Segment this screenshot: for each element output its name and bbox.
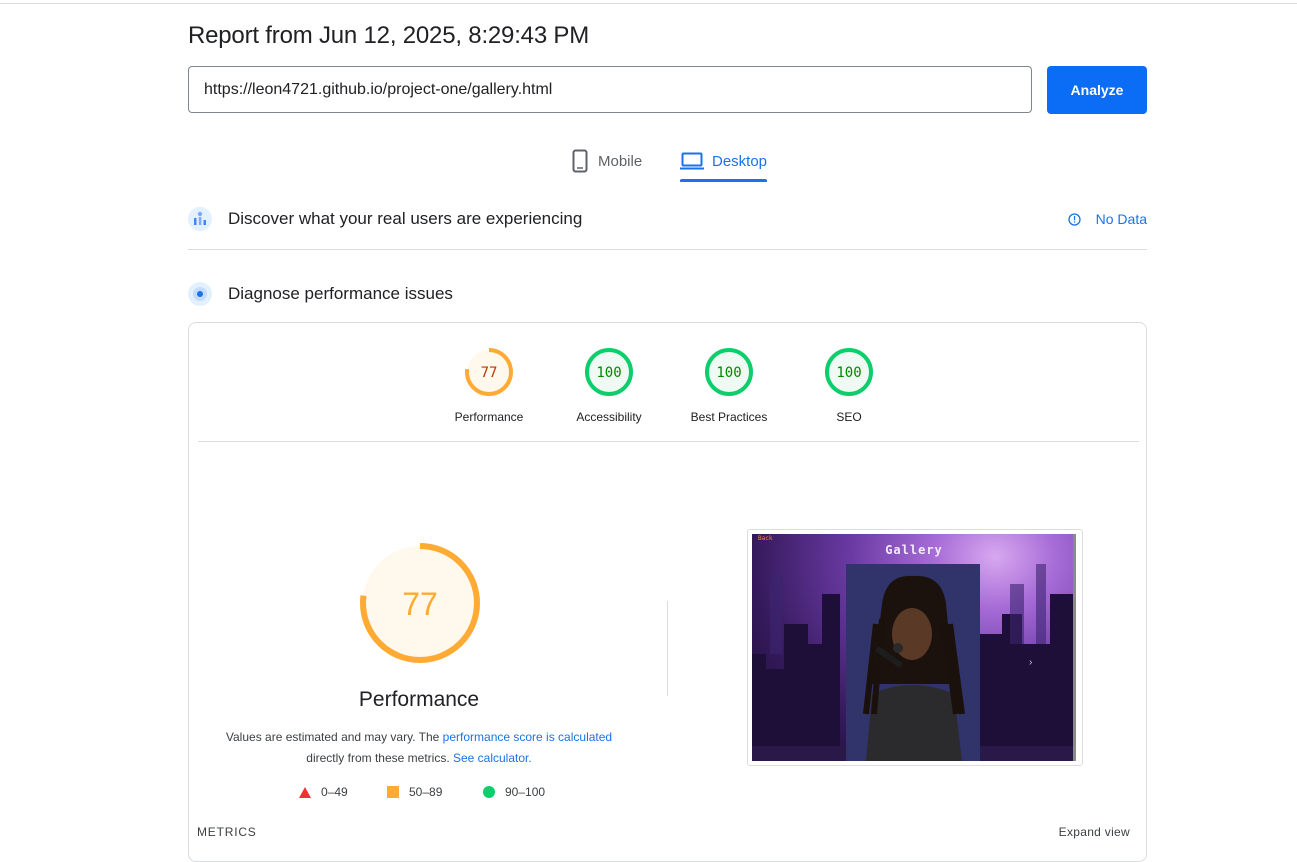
square-icon — [387, 786, 399, 798]
card-divider — [198, 441, 1139, 442]
screenshot-image: Back Gallery › — [752, 534, 1076, 761]
field-data-title: Discover what your real users are experi… — [228, 209, 583, 228]
gauge-accessibility-label: Accessibility — [576, 410, 642, 424]
see-calculator-link[interactable]: See calculator. — [453, 751, 532, 765]
gauge-performance-score: 77 — [481, 365, 498, 381]
final-screenshot[interactable]: Back Gallery › — [747, 529, 1083, 766]
screenshot-page-title: Gallery — [885, 543, 943, 557]
gauge-accessibility[interactable]: 100 Accessibility — [549, 347, 669, 424]
screenshot-scrollbar — [1073, 534, 1076, 761]
section-divider — [188, 249, 1147, 250]
legend-pass-range: 90–100 — [505, 785, 546, 799]
performance-title: Performance — [358, 688, 480, 711]
page-title: Report from Jun 12, 2025, 8:29:43 PM — [188, 22, 590, 49]
singer-photo — [846, 564, 980, 761]
gauge-best-practices-score: 100 — [716, 365, 741, 381]
legend-average-range: 50–89 — [409, 785, 443, 799]
gauge-performance[interactable]: 77 Performance — [429, 347, 549, 424]
gauge-best-practices[interactable]: 100 Best Practices — [669, 347, 789, 424]
gauge-seo-ring: 100 — [825, 348, 873, 396]
analyze-button[interactable]: Analyze — [1047, 66, 1147, 114]
laptop-icon — [680, 152, 704, 170]
lab-data-header: Diagnose performance issues — [188, 278, 1147, 310]
users-chart-icon — [188, 207, 212, 231]
gauge-seo-score: 100 — [836, 365, 861, 381]
circle-icon — [483, 786, 495, 798]
score-calculated-link[interactable]: performance score is calculated — [443, 730, 612, 744]
vertical-divider — [667, 601, 668, 696]
lab-data-title: Diagnose performance issues — [228, 284, 453, 303]
url-input[interactable] — [188, 66, 1032, 113]
triangle-icon — [299, 786, 311, 798]
field-data-header: Discover what your real users are experi… — [188, 203, 1147, 235]
no-data-label: No Data — [1095, 211, 1147, 227]
performance-big-score: 77 — [402, 586, 438, 622]
performance-big-gauge: 77 — [360, 543, 480, 663]
gauge-best-practices-label: Best Practices — [690, 410, 768, 424]
desc-prefix: Values are estimated and may vary. The — [225, 730, 443, 744]
gauge-seo[interactable]: 100 SEO — [789, 347, 909, 424]
legend-average: 50–89 — [387, 785, 442, 799]
category-gauges: 77 Performance 100 Accessibility 100 Bes… — [189, 347, 1148, 427]
gauge-accessibility-ring: 100 — [585, 348, 633, 396]
metrics-heading: METRICS — [197, 825, 257, 839]
gauge-seo-label: SEO — [836, 410, 862, 424]
tab-mobile[interactable]: Mobile — [570, 140, 642, 182]
top-divider — [0, 3, 1297, 4]
legend-fail-range: 0–49 — [321, 785, 348, 799]
gauge-performance-label: Performance — [454, 410, 524, 424]
legend-fail: 0–49 — [299, 785, 348, 799]
gauge-best-practices-ring: 100 — [705, 348, 753, 396]
screenshot-next-arrow: › — [1029, 657, 1033, 668]
singer-image — [846, 564, 980, 761]
gauge-performance-ring: 77 — [465, 348, 513, 396]
no-data-link[interactable]: No Data — [1067, 203, 1147, 235]
report-card: 77 Performance 100 Accessibility 100 Bes… — [188, 322, 1147, 862]
gauge-accessibility-score: 100 — [596, 365, 621, 381]
legend-pass: 90–100 — [483, 785, 545, 799]
diagnose-target-icon — [188, 282, 212, 306]
phone-icon — [572, 149, 588, 173]
screenshot-back-link: Back — [758, 535, 773, 542]
performance-description: Values are estimated and may vary. The p… — [219, 727, 619, 769]
tab-desktop[interactable]: Desktop — [680, 140, 768, 182]
tab-mobile-label: Mobile — [598, 152, 643, 170]
score-legend: 0–49 50–89 90–100 — [299, 785, 599, 803]
info-icon — [1067, 212, 1081, 226]
tab-desktop-label: Desktop — [712, 152, 768, 170]
desc-middle: directly from these metrics. — [306, 751, 453, 765]
expand-view-button[interactable]: Expand view — [1059, 825, 1130, 839]
